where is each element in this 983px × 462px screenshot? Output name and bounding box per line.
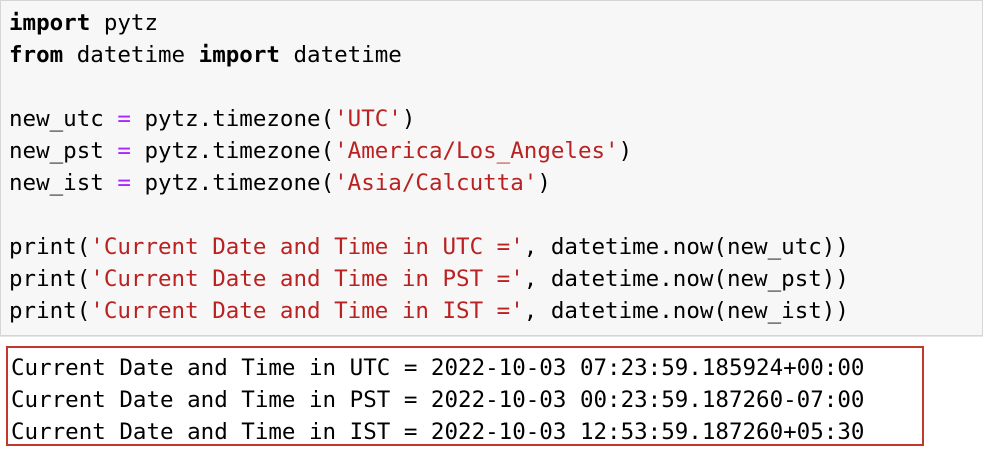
code-text: datetime — [63, 42, 199, 68]
variable: new_utc — [9, 106, 118, 132]
code-text: , datetime.now(new_pst)) — [523, 266, 849, 292]
operator: = — [117, 106, 131, 132]
code-line-6: new_ist = pytz.timezone('Asia/Calcutta') — [9, 167, 849, 199]
code-text: pytz.timezone( — [130, 106, 335, 132]
code-text: ) — [537, 170, 551, 196]
string-literal: 'Current Date and Time in UTC =' — [90, 234, 524, 260]
cell-divider — [0, 336, 983, 337]
variable: new_ist — [9, 170, 118, 196]
string-literal: 'Asia/Calcutta' — [334, 170, 538, 196]
code-text: , datetime.now(new_ist)) — [523, 298, 849, 324]
operator: = — [117, 138, 131, 164]
string-literal: 'UTC' — [334, 106, 402, 132]
code-editor[interactable]: import pytz from datetime import datetime… — [0, 0, 983, 336]
code-text: datetime — [279, 42, 402, 68]
cell-output: Current Date and Time in UTC = 2022-10-0… — [11, 352, 864, 448]
string-literal: 'Current Date and Time in PST =' — [90, 266, 524, 292]
code-line-4: new_utc = pytz.timezone('UTC') — [9, 103, 849, 135]
notebook-cell: import pytz from datetime import datetime… — [0, 0, 983, 462]
code-line-8: print('Current Date and Time in UTC =', … — [9, 231, 849, 263]
code-text: print( — [9, 234, 91, 260]
keyword: import — [9, 10, 91, 36]
string-literal: 'Current Date and Time in IST =' — [90, 298, 524, 324]
keyword: from — [9, 42, 64, 68]
code-text: pytz.timezone( — [130, 138, 335, 164]
code-text: ) — [618, 138, 633, 164]
variable: new_pst — [9, 138, 118, 164]
output-highlight-box: Current Date and Time in UTC = 2022-10-0… — [6, 346, 924, 446]
code-text: pytz — [90, 10, 159, 36]
output-line: Current Date and Time in UTC = 2022-10-0… — [11, 355, 865, 381]
code-block: import pytz from datetime import datetime… — [9, 7, 849, 327]
code-line-2: from datetime import datetime — [9, 39, 849, 71]
code-line-10: print('Current Date and Time in IST =', … — [9, 295, 849, 327]
string-literal: 'America/Los_Angeles' — [334, 138, 619, 164]
code-line-9: print('Current Date and Time in PST =', … — [9, 263, 849, 295]
keyword: import — [198, 42, 280, 68]
code-text: , datetime.now(new_utc)) — [523, 234, 849, 260]
code-line-1: import pytz — [9, 7, 849, 39]
code-text: pytz.timezone( — [130, 170, 335, 196]
code-text: print( — [9, 298, 91, 324]
output-line: Current Date and Time in PST = 2022-10-0… — [11, 387, 865, 413]
code-text: print( — [9, 266, 91, 292]
code-text: ) — [401, 106, 416, 132]
code-line-5: new_pst = pytz.timezone('America/Los_Ang… — [9, 135, 849, 167]
operator: = — [117, 170, 131, 196]
output-line: Current Date and Time in IST = 2022-10-0… — [11, 419, 865, 445]
